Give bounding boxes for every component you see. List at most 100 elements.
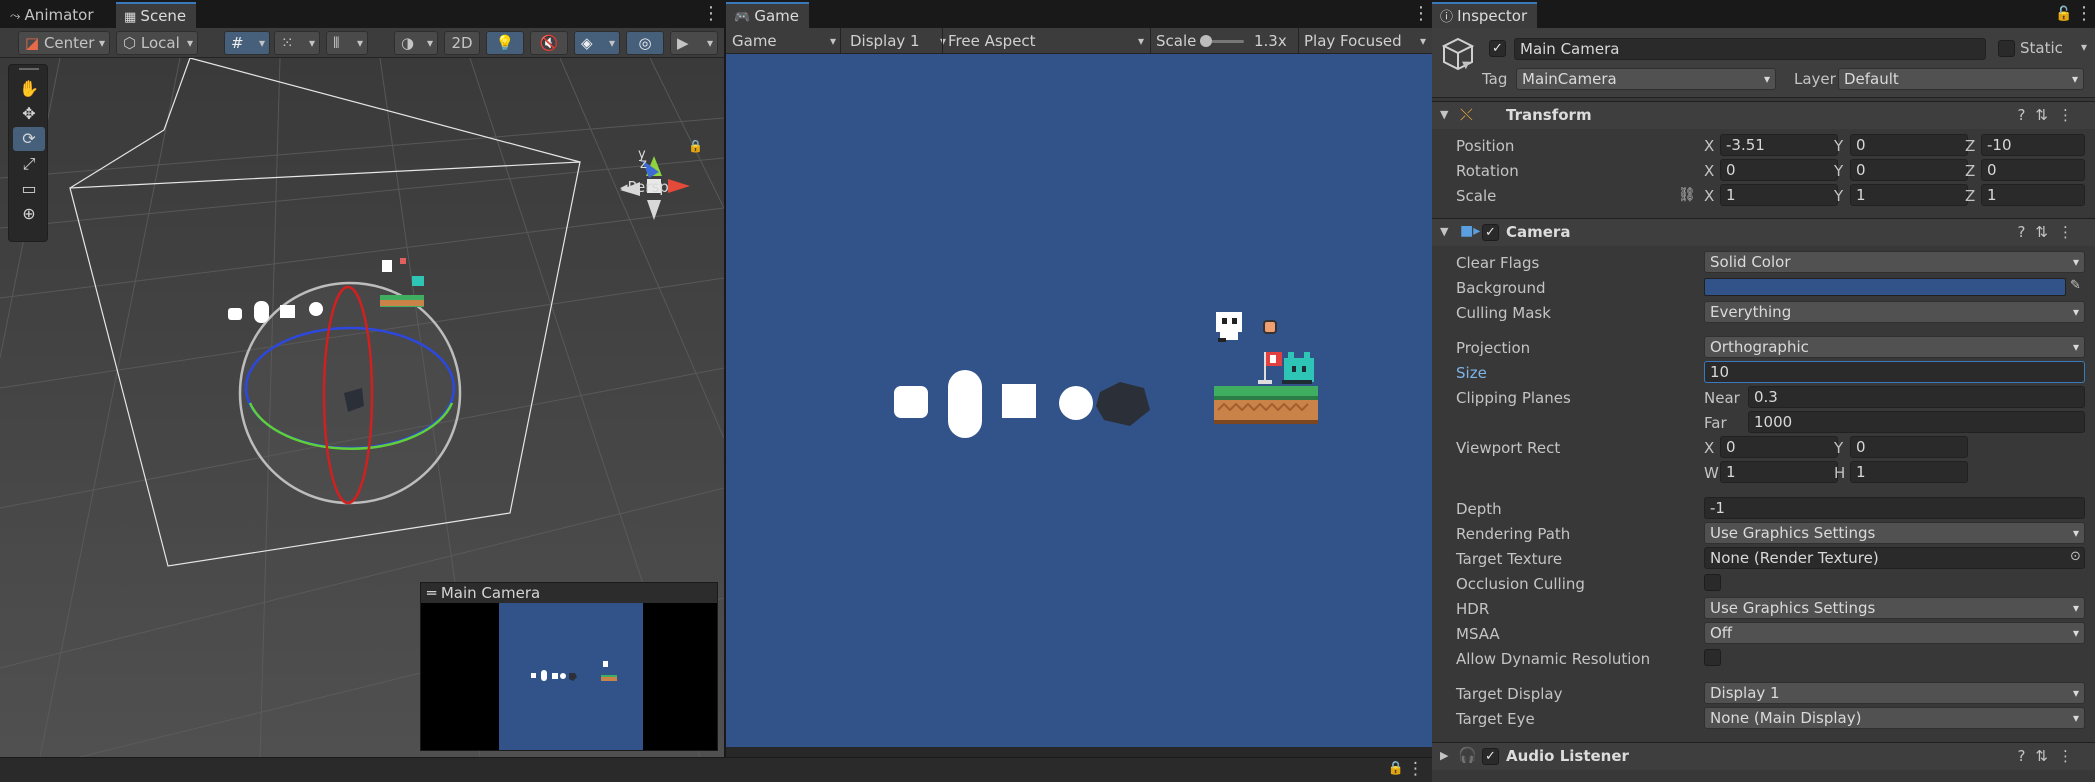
position-x-field[interactable]: -3.51 — [1720, 134, 1838, 156]
player-character-sprite — [1216, 312, 1242, 342]
lock-icon[interactable]: 🔓 — [2055, 4, 2072, 24]
projection-dropdown[interactable]: Orthographic — [1704, 336, 2085, 358]
msaa-dropdown[interactable]: Off — [1704, 622, 2085, 644]
target-eye-dropdown[interactable]: None (Main Display) — [1704, 707, 2085, 729]
viewport-y-field[interactable]: 0 — [1850, 436, 1968, 458]
eyedropper-icon[interactable]: ✎ — [2070, 278, 2081, 293]
rotate-tool-icon[interactable]: ⟳ — [13, 127, 45, 151]
clipping-near-field[interactable]: 0.3 — [1748, 386, 2085, 408]
gizmo-lock-icon[interactable]: 🔒 — [688, 139, 703, 153]
snap-increment-icon: ⁙ — [281, 34, 294, 52]
camera-header-icons[interactable]: ?⇅⋮ — [2017, 223, 2083, 241]
toggle-2d-button[interactable]: 2D — [444, 31, 480, 55]
scale-z-field[interactable]: 1 — [1981, 184, 2085, 206]
hand-tool-icon[interactable]: ✋ — [13, 77, 45, 101]
move-tool-icon[interactable]: ✥ — [13, 102, 45, 126]
persp-arrow-icon: ◂ — [620, 178, 628, 196]
position-y-field[interactable]: 0 — [1850, 134, 1968, 156]
camera-header[interactable]: ▼ ■▸ ✓ Camera ?⇅⋮ — [1432, 218, 2095, 246]
object-active-checkbox[interactable]: ✓ — [1489, 40, 1506, 57]
scale-y-field[interactable]: 1 — [1850, 184, 1968, 206]
scene-viewport[interactable]: y z 🔒 ◂Persp ✋ ✥ ⟳ ⤢ ▭ ⊕ ═ Main Camera — [0, 58, 724, 757]
rotation-y-field[interactable]: 0 — [1850, 159, 1968, 181]
align-button[interactable]: ⦀ — [326, 31, 368, 55]
effects-toggle[interactable]: ◈ — [574, 31, 620, 55]
dynamic-resolution-checkbox[interactable] — [1704, 649, 1721, 666]
size-field[interactable]: 10 — [1704, 361, 2085, 383]
animator-icon: ⤳ — [10, 9, 25, 24]
scale-x-field[interactable]: 1 — [1720, 184, 1838, 206]
audio-toggle[interactable]: 🔇 — [530, 31, 568, 55]
position-z-field[interactable]: -10 — [1981, 134, 2085, 156]
play-mode-dropdown[interactable]: Play Focused — [1304, 28, 1430, 54]
inspector-menu-icon[interactable]: ⋮ — [2075, 4, 2093, 24]
target-texture-field[interactable]: None (Render Texture) — [1704, 547, 2085, 569]
static-checkbox[interactable] — [1998, 40, 2015, 57]
scene-menu-icon[interactable]: ⋮ — [702, 4, 720, 24]
scale-tool-icon[interactable]: ⤢ — [13, 152, 45, 176]
draw-mode-button[interactable]: ◑ — [394, 31, 438, 55]
hdr-dropdown[interactable]: Use Graphics Settings — [1704, 597, 2085, 619]
tab-animator[interactable]: ⤳ Animator — [2, 2, 104, 28]
rotation-z-field[interactable]: 0 — [1981, 159, 2085, 181]
transform-tool-icon[interactable]: ⊕ — [13, 202, 45, 226]
tag-dropdown[interactable]: MainCamera — [1516, 68, 1776, 90]
layer-dropdown[interactable]: Default — [1838, 68, 2084, 90]
game-view-dropdown[interactable]: Game — [730, 28, 840, 54]
static-dropdown-arrow[interactable]: ▾ — [2081, 40, 2087, 54]
sprite-hexagon — [1096, 382, 1150, 426]
scene-visibility-toggle[interactable]: ◎ — [626, 31, 664, 55]
persp-label[interactable]: ◂Persp — [620, 178, 669, 196]
rotation-row: Rotation X 0 Y 0 Z 0 — [1432, 159, 2095, 183]
lighting-toggle[interactable]: 💡 — [486, 31, 524, 55]
tab-game[interactable]: 🎮 Game — [726, 2, 809, 28]
camera-foldout-icon[interactable]: ▼ — [1440, 225, 1448, 238]
game-view[interactable] — [726, 54, 1432, 747]
display-dropdown[interactable]: Display 1 — [850, 28, 950, 54]
tab-inspector[interactable]: ⓘ Inspector — [1432, 2, 1538, 28]
clipping-far-field[interactable]: 1000 — [1748, 411, 2085, 433]
object-picker-icon[interactable]: ⊙ — [2070, 549, 2081, 564]
occlusion-culling-checkbox[interactable] — [1704, 574, 1721, 591]
aspect-dropdown[interactable]: Free Aspect — [948, 28, 1148, 54]
game-menu-icon[interactable]: ⋮ — [1412, 4, 1430, 24]
rotation-x-field[interactable]: 0 — [1720, 159, 1838, 181]
scene-camera-dropdown[interactable]: ▶ — [670, 31, 718, 55]
speaker-mute-icon: 🔇 — [539, 34, 559, 52]
constrain-proportions-icon[interactable]: ⛓ — [1678, 187, 1696, 203]
grid-snap-button[interactable]: # — [224, 31, 270, 55]
space-local-dropdown[interactable]: ⬡ Local — [116, 31, 198, 55]
icon-dropdown-arrow[interactable]: ▼ — [1462, 60, 1470, 71]
inspector-tabbar: ⓘ Inspector 🔓 ⋮ — [1432, 0, 2095, 28]
audio-listener-enabled-checkbox[interactable]: ✓ — [1482, 748, 1499, 765]
viewport-w-field[interactable]: 1 — [1720, 461, 1838, 483]
rendering-path-dropdown[interactable]: Use Graphics Settings — [1704, 522, 2085, 544]
pivot-center-dropdown[interactable]: ◪ Center — [18, 31, 110, 55]
viewport-x-field[interactable]: 0 — [1720, 436, 1838, 458]
audio-header-icons[interactable]: ?⇅⋮ — [2017, 747, 2083, 765]
camera-preview-header[interactable]: ═ Main Camera — [421, 583, 717, 603]
rect-tool-icon[interactable]: ▭ — [13, 177, 45, 201]
clear-flags-dropdown[interactable]: Solid Color — [1704, 251, 2085, 273]
scale-slider[interactable] — [1200, 35, 1244, 47]
object-name-field[interactable]: Main Camera — [1514, 38, 1986, 60]
target-display-dropdown[interactable]: Display 1 — [1704, 682, 2085, 704]
viewport-h-field[interactable]: 1 — [1850, 461, 1968, 483]
transform-foldout-icon[interactable]: ▼ — [1440, 108, 1448, 121]
component-header-icons[interactable]: ?⇅⋮ — [2017, 106, 2083, 124]
tab-scene[interactable]: ▦ Scene — [116, 2, 197, 28]
audio-foldout-icon[interactable]: ▶ — [1440, 749, 1448, 762]
scale-slider-thumb[interactable] — [1200, 35, 1212, 47]
background-color-swatch[interactable] — [1704, 278, 2066, 296]
increment-snap-button[interactable]: ⁙ — [274, 31, 320, 55]
bottom-lock-icon[interactable]: 🔒 — [1388, 761, 1404, 776]
overlay-grip-icon[interactable] — [19, 68, 39, 70]
transform-header[interactable]: ▼ ⤬ Transform ?⇅⋮ — [1432, 101, 2095, 129]
camera-enabled-checkbox[interactable]: ✓ — [1482, 224, 1499, 241]
target-texture-row: Target Texture None (Render Texture) ⊙ — [1432, 547, 2095, 571]
headphones-icon: 🎧 — [1458, 746, 1477, 764]
bottom-menu-icon[interactable]: ⋮ — [1407, 759, 1424, 779]
culling-mask-dropdown[interactable]: Everything — [1704, 301, 2085, 323]
audio-listener-header[interactable]: ▶ 🎧 ✓ Audio Listener ?⇅⋮ — [1432, 742, 2095, 770]
depth-field[interactable]: -1 — [1704, 497, 2085, 519]
